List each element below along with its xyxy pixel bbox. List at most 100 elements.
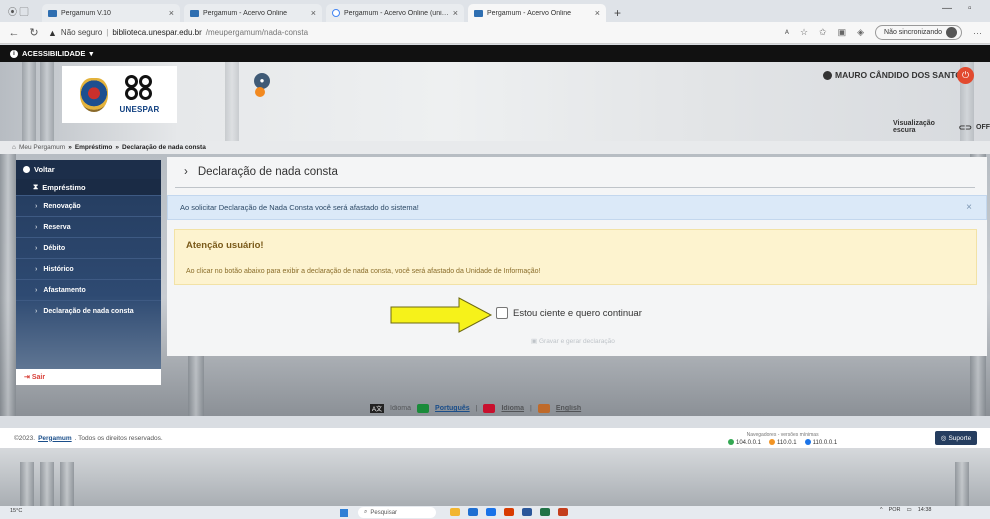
sidebar-item-afastamento[interactable]: › Afastamento: [16, 279, 161, 300]
exit-icon: ⇥: [24, 374, 30, 381]
edge-icon: [804, 439, 811, 445]
back-circle-icon: [23, 166, 30, 173]
browser-tab-active[interactable]: Pergamum - Acervo Online ×: [468, 4, 606, 22]
dark-mode-toggle[interactable]: Visualização escura ⊂⊃ OFF: [893, 120, 990, 134]
firefox-icon: [769, 439, 776, 445]
accessibility-bar[interactable]: i ACESSIBILIDADE ▾: [0, 45, 990, 62]
column-decoration: [0, 154, 16, 416]
new-tab-icon[interactable]: +: [614, 6, 621, 20]
favorites-icon[interactable]: ✩: [819, 27, 827, 38]
language-portuguese-link[interactable]: Português: [435, 405, 470, 412]
back-arrow-icon[interactable]: ←: [8, 27, 20, 39]
column-decoration: [955, 462, 969, 506]
support-button[interactable]: ◎ Suporte: [935, 431, 977, 445]
taskbar-search[interactable]: ⌕ Pesquisar: [358, 507, 436, 518]
office-icon[interactable]: [504, 508, 514, 516]
close-tab-icon[interactable]: ×: [595, 8, 600, 18]
hourglass-icon: ⧗: [33, 182, 39, 191]
save-icon: ▣: [531, 338, 538, 345]
sync-button[interactable]: Não sincronizando: [875, 25, 962, 40]
language-bar: A文 Idioma Português | Idioma | English: [370, 404, 582, 413]
lower-background: [0, 448, 990, 506]
agree-checkbox[interactable]: [496, 307, 508, 319]
windows-start-icon[interactable]: [340, 509, 348, 517]
user-name[interactable]: MAURO CÂNDIDO DOS SANTOS: [823, 70, 968, 80]
url-field[interactable]: ▲ Não seguro | biblioteca.unespar.edu.br…: [48, 25, 777, 41]
chrome-icon: [728, 439, 734, 445]
warning-heading: Atenção usuário!: [186, 240, 264, 251]
page-title: › Declaração de nada consta: [184, 166, 338, 178]
brazil-flag-icon: [417, 404, 430, 413]
weather-widget[interactable]: 15°C: [10, 508, 22, 514]
favorite-star-icon[interactable]: ☆: [800, 27, 808, 38]
sidebar-item-renovacao[interactable]: › Renovação: [16, 195, 161, 216]
restore-icon[interactable]: ▫: [968, 3, 972, 14]
language-spanish-link[interactable]: Idioma: [501, 405, 524, 412]
pergamum-link[interactable]: Pergamum: [38, 435, 72, 442]
chevron-right-icon: ›: [35, 307, 38, 315]
column-decoration: [22, 62, 36, 145]
browser-tab[interactable]: Pergamum - Acervo Online ×: [184, 4, 322, 22]
close-tab-icon[interactable]: ×: [453, 8, 458, 18]
file-explorer-icon[interactable]: [450, 508, 460, 516]
sidebar-back-button[interactable]: Voltar: [16, 160, 161, 179]
sidebar-section-emprestimo[interactable]: ⧗ Empréstimo: [16, 179, 161, 195]
collections-icon[interactable]: ▣: [838, 27, 847, 38]
browser-versions: Navegadores - versões mínimas 104.0.0.1 …: [728, 432, 837, 446]
url-path: /meupergamum/nada-consta: [205, 28, 309, 37]
close-tab-icon[interactable]: ×: [311, 8, 316, 18]
powerpoint-icon[interactable]: [558, 508, 568, 516]
agree-checkbox-row[interactable]: Estou ciente e quero continuar: [496, 307, 642, 319]
chevron-right-icon: ›: [35, 265, 38, 273]
word-icon[interactable]: [522, 508, 532, 516]
content-panel: › Declaração de nada consta Ao solicitar…: [167, 157, 987, 356]
generate-declaration-button[interactable]: ▣ Gravar e gerar declaração: [531, 337, 615, 345]
chevron-right-icon: ›: [35, 202, 38, 210]
system-tray: ^ POR ▭ 14:38: [880, 507, 932, 513]
breadcrumb-emprestimo-link[interactable]: Empréstimo: [75, 144, 113, 151]
breadcrumb-current: Declaração de nada consta: [122, 144, 206, 151]
agree-checkbox-label: Estou ciente e quero continuar: [513, 307, 642, 319]
sidebar-exit-button[interactable]: ⇥ Sair: [16, 369, 161, 385]
breadcrumb-home-link[interactable]: Meu Pergamum: [19, 144, 65, 151]
reload-icon[interactable]: ↻: [28, 26, 40, 39]
browser-tab[interactable]: Pergamum V.10 ×: [42, 4, 180, 22]
chevron-down-icon: ▾: [89, 49, 94, 58]
sidebar-item-nada-consta[interactable]: › Declaração de nada consta: [16, 300, 161, 321]
store-icon[interactable]: [486, 508, 496, 516]
spain-flag-icon: [483, 404, 496, 413]
browser-tab[interactable]: Pergamum - Acervo Online (uni… ×: [326, 4, 464, 22]
taskbar-apps: [450, 508, 568, 516]
column-decoration: [40, 462, 54, 506]
warning-text: Ao clicar no botão abaixo para exibir a …: [186, 268, 541, 275]
browser-tab-bar: ⦿ ▢ Pergamum V.10 × Pergamum - Acervo On…: [0, 0, 990, 22]
sidebar-item-reserva[interactable]: › Reserva: [16, 216, 161, 237]
excel-icon[interactable]: [540, 508, 550, 516]
tray-chevron-icon[interactable]: ^: [880, 507, 883, 513]
minimize-icon[interactable]: —: [942, 3, 952, 14]
warning-box: Atenção usuário! Ao clicar no botão abai…: [174, 229, 977, 285]
pergamum-favicon-icon: [190, 9, 199, 17]
close-alert-icon[interactable]: ×: [966, 202, 972, 213]
info-alert: Ao solicitar Declaração de Nada Consta v…: [167, 195, 987, 220]
read-aloud-icon[interactable]: ᴬ: [785, 28, 789, 38]
edge-browser-icon[interactable]: [468, 508, 478, 516]
logo-card[interactable]: UNESPAR: [62, 66, 177, 123]
warning-triangle-icon: ▲: [48, 27, 57, 38]
network-icon[interactable]: ▭: [907, 507, 912, 513]
url-host: biblioteca.unespar.edu.br: [112, 28, 202, 37]
sidebar-item-historico[interactable]: › Histórico: [16, 258, 161, 279]
url-separator: |: [106, 28, 109, 37]
logout-button[interactable]: ⏻: [957, 67, 974, 84]
column-decoration: [225, 62, 239, 145]
unespar-knot-logo: [124, 75, 155, 103]
coat-of-arms-logo: [79, 77, 108, 112]
language-english-link[interactable]: English: [556, 405, 581, 412]
close-tab-icon[interactable]: ×: [169, 8, 174, 18]
extensions-icon[interactable]: ◈: [857, 27, 864, 38]
chevron-right-icon: ›: [35, 286, 38, 294]
sidebar-item-debito[interactable]: › Débito: [16, 237, 161, 258]
address-bar: ← ↻ ▲ Não seguro | biblioteca.unespar.ed…: [0, 22, 990, 44]
browser-profile-icon[interactable]: ⦿ ▢: [8, 5, 29, 18]
more-options-icon[interactable]: ···: [973, 28, 982, 38]
